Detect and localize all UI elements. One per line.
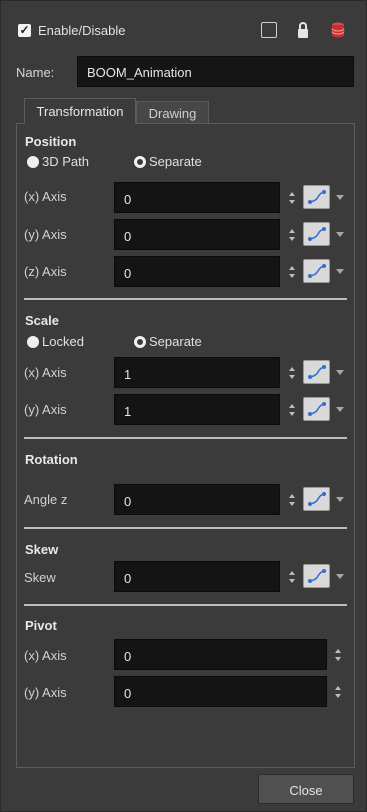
radio-3d-path-label[interactable]: 3D Path <box>42 154 89 169</box>
pivot-y-input[interactable]: 0 <box>114 676 327 707</box>
tab-drawing[interactable]: Drawing <box>136 101 209 124</box>
position-title: Position <box>25 134 77 149</box>
name-input[interactable]: BOOM_Animation <box>77 56 354 87</box>
scale-y-input[interactable]: 1 <box>114 394 280 425</box>
position-x-spin-icon[interactable] <box>288 191 296 205</box>
scale-y-function-button[interactable] <box>303 397 330 421</box>
function-curve-icon <box>308 492 326 506</box>
scale-x-input[interactable]: 1 <box>114 357 280 388</box>
position-y-function-button[interactable] <box>303 222 330 246</box>
function-curve-icon <box>308 190 326 204</box>
position-z-spin-icon[interactable] <box>288 265 296 279</box>
skew-function-button[interactable] <box>303 564 330 588</box>
radio-3d-path[interactable] <box>27 156 39 168</box>
function-curve-icon <box>308 402 326 416</box>
pivot-y-label: (y) Axis <box>24 685 67 700</box>
divider <box>24 527 347 529</box>
database-icon[interactable] <box>331 21 345 39</box>
enable-checkbox[interactable]: ✓ <box>18 24 31 37</box>
divider <box>24 437 347 439</box>
angle-z-input[interactable]: 0 <box>114 484 280 515</box>
scale-x-spin-icon[interactable] <box>288 366 296 380</box>
scale-y-dropdown-icon[interactable] <box>336 407 344 412</box>
name-label: Name: <box>16 65 55 80</box>
position-y-input[interactable]: 0 <box>114 219 280 250</box>
function-curve-icon <box>308 569 326 583</box>
position-z-input[interactable]: 0 <box>114 256 280 287</box>
pivot-x-label: (x) Axis <box>24 648 67 663</box>
position-x-label: (x) Axis <box>24 189 67 204</box>
function-curve-icon <box>308 365 326 379</box>
header-bar: ✓ Enable/Disable <box>1 1 367 51</box>
radio-scale-separate[interactable] <box>134 336 146 348</box>
angle-z-label: Angle z <box>24 492 68 507</box>
divider <box>24 298 347 300</box>
pivot-x-input[interactable]: 0 <box>114 639 327 670</box>
divider <box>24 604 347 606</box>
position-y-dropdown-icon[interactable] <box>336 232 344 237</box>
angle-z-spin-icon[interactable] <box>288 493 296 507</box>
pivot-x-spin-icon[interactable] <box>334 648 342 662</box>
skew-dropdown-icon[interactable] <box>336 574 344 579</box>
position-z-function-button[interactable] <box>303 259 330 283</box>
display-toggle-icon[interactable] <box>261 22 277 38</box>
enable-label[interactable]: Enable/Disable <box>38 23 125 38</box>
position-y-spin-icon[interactable] <box>288 228 296 242</box>
function-curve-icon <box>308 264 326 278</box>
position-x-function-button[interactable] <box>303 185 330 209</box>
pivot-title: Pivot <box>25 618 57 633</box>
radio-position-separate-label[interactable]: Separate <box>149 154 202 169</box>
radio-position-separate[interactable] <box>134 156 146 168</box>
skew-title: Skew <box>25 542 59 557</box>
angle-z-function-button[interactable] <box>303 487 330 511</box>
scale-y-spin-icon[interactable] <box>288 403 296 417</box>
position-y-label: (y) Axis <box>24 227 67 242</box>
angle-z-dropdown-icon[interactable] <box>336 497 344 502</box>
close-button[interactable]: Close <box>258 774 354 804</box>
tab-transformation[interactable]: Transformation <box>24 98 136 124</box>
pivot-y-spin-icon[interactable] <box>334 685 342 699</box>
position-x-input[interactable]: 0 <box>114 182 280 213</box>
function-curve-icon <box>308 227 326 241</box>
scale-x-label: (x) Axis <box>24 365 67 380</box>
scale-x-dropdown-icon[interactable] <box>336 370 344 375</box>
radio-scale-separate-label[interactable]: Separate <box>149 334 202 349</box>
rotation-title: Rotation <box>25 452 78 467</box>
position-z-dropdown-icon[interactable] <box>336 269 344 274</box>
scale-title: Scale <box>25 313 59 328</box>
skew-label: Skew <box>24 570 56 585</box>
scale-x-function-button[interactable] <box>303 360 330 384</box>
position-z-label: (z) Axis <box>24 264 67 279</box>
skew-spin-icon[interactable] <box>288 570 296 584</box>
skew-input[interactable]: 0 <box>114 561 280 592</box>
position-x-dropdown-icon[interactable] <box>336 195 344 200</box>
scale-y-label: (y) Axis <box>24 402 67 417</box>
radio-scale-locked[interactable] <box>27 336 39 348</box>
lock-icon[interactable] <box>297 21 309 39</box>
radio-scale-locked-label[interactable]: Locked <box>42 334 84 349</box>
layer-properties-window: ✓ Enable/Disable Name: BOOM_Animation Tr… <box>0 0 367 812</box>
